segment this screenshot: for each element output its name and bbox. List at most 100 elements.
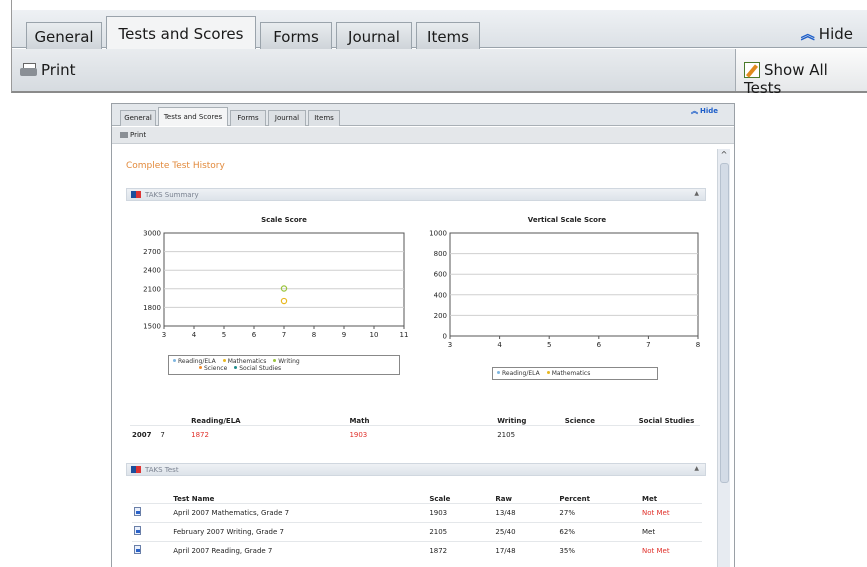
tab-items[interactable]: Items [416,22,480,49]
plot-area [163,232,405,327]
show-all-tests-button[interactable]: Show All Tests [735,49,867,97]
percent-cell: 27% [557,502,640,522]
window-hide-label: Hide [699,107,718,115]
column-header: Met [642,494,658,503]
raw-cell: 13/48 [493,502,558,522]
y-tick-label: 0 [443,333,447,341]
window-print-button[interactable]: Print [120,131,146,139]
scale-score-chart: 3000 2700 2400 2100 1800 15003 4 5 6 7 8 9 10 11 [143,230,408,340]
scale-cell: 1903 [427,502,494,522]
y-tick-label: 2400 [143,267,161,275]
x-tick-label: 10 [370,331,379,339]
chart-title-scale-score: Scale Score [261,216,307,224]
table-row[interactable]: April 2007 Reading, Grade 7 1872 17/48 3… [132,540,702,560]
year-grade-cell: 2007 7 [130,425,189,445]
legend-item: Mathematics [546,370,590,377]
y-tick-label: 1500 [143,323,161,331]
scroll-up-icon[interactable]: ^ [718,149,730,161]
section-header-taks-summary[interactable]: TAKS Summary ▲ [126,188,706,201]
table-row[interactable]: February 2007 Writing, Grade 7 2105 25/4… [132,521,702,541]
column-header: Scale [429,494,451,503]
window-tab-items[interactable]: Items [308,110,340,126]
vertical-scrollbar[interactable]: ^ [717,149,730,567]
grade-cell: 7 [160,431,165,440]
page-title: Complete Test History [126,161,225,171]
document-icon[interactable] [134,507,141,516]
column-header: Writing [497,416,527,425]
legend-item: Reading/ELA [173,358,216,365]
test-history-window: General Tests and Scores Forms Journal I… [111,103,735,567]
y-tick-label: 800 [434,250,447,258]
taks-summary-table: Reading/ELA Math Writing Science Social … [130,401,700,445]
zoom-action-bar: Print Show All Tests [12,49,867,97]
window-tab-tests-and-scores[interactable]: Tests and Scores [158,107,228,126]
test-name-cell: February 2007 Writing, Grade 7 [171,521,428,541]
printer-icon [20,63,38,77]
vertical-scale-score-chart: 1000 800 600 400 200 03 4 5 6 7 8 [429,230,700,350]
window-tab-general[interactable]: General [120,110,156,126]
y-tick-label: 600 [434,271,447,279]
raw-cell: 17/48 [493,540,558,560]
writing-score-cell: 2105 [497,431,516,440]
edit-note-icon [744,62,760,78]
double-chevron-up-icon: ︽ [690,107,698,115]
x-tick-label: 9 [342,331,346,339]
test-name-cell: April 2007 Mathematics, Grade 7 [171,502,428,522]
x-tick-label: 6 [252,331,257,339]
y-tick-label: 400 [434,291,447,299]
window-tab-forms[interactable]: Forms [230,110,266,126]
document-icon[interactable] [134,526,141,535]
y-tick-label: 1000 [429,230,447,238]
x-tick-label: 5 [222,331,226,339]
column-header: Science [564,416,595,425]
column-header: Raw [495,494,512,503]
print-button[interactable]: Print [20,61,76,79]
table-row[interactable]: April 2007 Mathematics, Grade 7 1903 13/… [132,502,702,522]
science-score-cell [563,425,637,445]
y-tick-label: 1800 [143,304,161,312]
tab-general[interactable]: General [26,22,102,49]
x-tick-label: 4 [497,341,502,349]
column-header: Social Studies [638,416,695,425]
window-tab-bar: General Tests and Scores Forms Journal I… [112,104,734,126]
x-tick-label: 7 [646,341,650,349]
tab-tests-and-scores[interactable]: Tests and Scores [106,16,256,50]
zoomed-toolbar: General Tests and Scores Forms Journal I… [11,0,867,97]
met-cell: Not Met [640,502,702,522]
x-tick-label: 8 [312,331,316,339]
legend-item: Science [199,365,227,372]
collapse-caret-icon[interactable]: ▲ [694,465,699,472]
collapse-caret-icon[interactable]: ▲ [694,190,699,197]
x-tick-label: 7 [282,331,286,339]
column-header: Math [349,416,370,425]
met-cell: Met [640,521,702,541]
hide-button[interactable]: ︽ Hide [801,24,853,44]
content-area: Complete Test History TAKS Summary ▲ Sca… [112,145,716,567]
percent-cell: 35% [557,540,640,560]
document-icon[interactable] [134,545,141,555]
percent-cell: 62% [557,521,640,541]
legend-item: Social Studies [234,365,281,372]
window-tab-journal[interactable]: Journal [268,110,306,126]
tab-journal[interactable]: Journal [336,22,412,49]
raw-cell: 25/40 [493,521,558,541]
texas-flag-icon [131,191,141,198]
section-title: TAKS Test [145,466,179,474]
x-tick-label: 8 [696,341,700,349]
scale-cell: 1872 [427,540,494,560]
scrollbar-thumb[interactable] [720,163,729,483]
tab-forms[interactable]: Forms [260,22,332,49]
window-hide-button[interactable]: ︽ Hide [691,106,720,116]
scale-cell: 2105 [427,521,494,541]
x-tick-label: 3 [162,331,166,339]
chart-legend-scale-score: Reading/ELA Mathematics Writing Science … [168,355,400,375]
legend-item: Reading/ELA [497,370,540,377]
double-chevron-up-icon: ︽ [800,27,815,43]
x-tick-label: 6 [597,341,602,349]
x-tick-label: 3 [448,341,452,349]
hide-label: Hide [818,25,853,43]
section-header-taks-test[interactable]: TAKS Test ▲ [126,463,706,476]
legend-item: Mathematics [222,358,266,365]
reading-score-cell: 1872 [191,431,209,440]
math-score-cell: 1903 [349,431,368,440]
